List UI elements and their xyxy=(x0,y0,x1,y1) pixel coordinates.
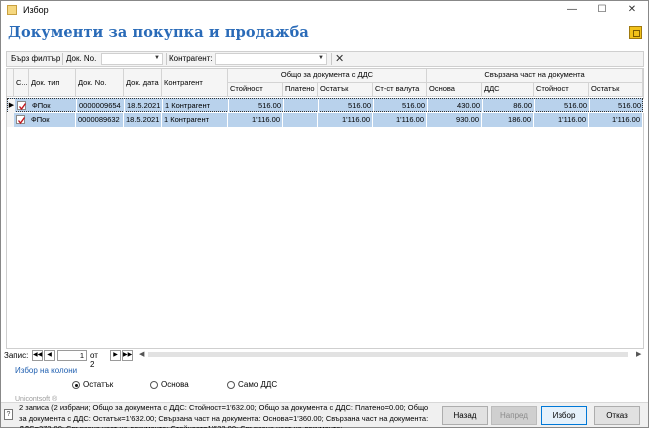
maximize-icon[interactable]: ☐ xyxy=(587,1,617,19)
chevron-down-icon: ▼ xyxy=(154,55,160,61)
layout-icon[interactable] xyxy=(629,26,642,39)
cell-linked-remainder: 1'116.00 xyxy=(589,113,643,127)
filter-separator xyxy=(62,53,63,65)
doc-no-label: Док. No. xyxy=(66,54,97,63)
col-header-c[interactable]: С... xyxy=(14,69,29,97)
navigator-label: Запис: xyxy=(4,351,29,360)
radio-label: Само ДДС xyxy=(238,380,278,389)
group-header-total: Общо за документа с ДДС xyxy=(228,69,427,83)
col-header-doc-no[interactable]: Док. No. xyxy=(76,69,124,97)
table-row[interactable]: ФПок 0000089632 18.5.2021 1 Контрагент 1… xyxy=(7,113,643,127)
main-content: Документи за покупка и продажба Бърз фил… xyxy=(1,19,648,428)
cell-base: 430.00 xyxy=(428,99,483,113)
window-title: Избор xyxy=(23,5,49,15)
filter-bar: Бърз филтър Док. No. ▼ Контрагент: ▼ ✕ xyxy=(6,51,644,67)
cell-value-currency: 516.00 xyxy=(374,99,428,113)
cell-value: 516.00 xyxy=(229,99,284,113)
col-header-value[interactable]: Стойност xyxy=(228,83,283,97)
cell-doc-date: 18.5.2021 xyxy=(124,113,162,127)
filter-separator xyxy=(166,53,167,65)
col-header-base[interactable]: Основа xyxy=(427,83,482,97)
cell-remainder: 516.00 xyxy=(319,99,374,113)
close-icon[interactable]: ✕ xyxy=(617,1,647,19)
filter-separator xyxy=(331,53,332,65)
cell-doc-type: ФПок xyxy=(29,113,76,127)
cell-contractor: 1 Контрагент xyxy=(163,99,229,113)
page-title: Документи за покупка и продажба xyxy=(8,24,309,41)
scroll-track[interactable] xyxy=(148,352,628,357)
clear-filter-icon[interactable]: ✕ xyxy=(335,52,344,65)
col-header-linked-remainder[interactable]: Остатък xyxy=(589,83,643,97)
next-record-icon[interactable]: ▶ xyxy=(110,350,121,361)
cell-contractor: 1 Контрагент xyxy=(162,113,228,127)
column-chooser-link[interactable]: Избор на колони xyxy=(15,366,77,375)
title-bar: Избор — ☐ ✕ xyxy=(1,1,648,19)
record-count: от 2 xyxy=(90,351,98,369)
col-header-contractor[interactable]: Контрагент xyxy=(162,69,228,97)
horizontal-scrollbar[interactable]: ◀ ▶ xyxy=(139,350,644,359)
doc-no-combo[interactable]: ▼ xyxy=(101,53,163,65)
scroll-right-icon[interactable]: ▶ xyxy=(636,350,641,358)
col-header-vat[interactable]: ДДС xyxy=(482,83,534,97)
col-header-remainder[interactable]: Остатък xyxy=(318,83,373,97)
select-button[interactable]: Избор xyxy=(541,406,587,425)
cell-linked-value: 1'116.00 xyxy=(534,113,589,127)
first-record-icon[interactable]: ◀◀ xyxy=(32,350,43,361)
row-checkbox[interactable] xyxy=(16,115,26,125)
cell-remainder: 1'116.00 xyxy=(318,113,373,127)
cancel-button[interactable]: Отказ xyxy=(594,406,640,425)
cell-base: 930.00 xyxy=(427,113,482,127)
col-header-value-currency[interactable]: Ст-ст валута xyxy=(373,83,427,97)
cell-doc-no: 0000009654 xyxy=(77,99,125,113)
radio-indicator xyxy=(150,381,158,389)
cell-vat: 186.00 xyxy=(482,113,534,127)
record-number-input[interactable]: 1 xyxy=(57,350,87,361)
selection-window: Избор — ☐ ✕ Документи за покупка и прода… xyxy=(0,0,649,428)
contractor-label: Контрагент: xyxy=(169,54,213,63)
status-bar: ? 2 записа (2 избрани; Общо за документа… xyxy=(1,402,648,428)
radio-indicator xyxy=(227,381,235,389)
help-icon[interactable]: ? xyxy=(4,409,13,420)
col-header-doc-type[interactable]: Док. тип xyxy=(29,69,76,97)
quick-filter-button[interactable]: Бърз филтър xyxy=(11,54,60,63)
cell-paid xyxy=(284,99,319,113)
cell-value-currency: 1'116.00 xyxy=(373,113,427,127)
last-record-icon[interactable]: ▶▶ xyxy=(122,350,133,361)
group-header-linked: Свързана част на документа xyxy=(427,69,643,83)
cell-paid xyxy=(283,113,318,127)
col-header-paid[interactable]: Платено xyxy=(283,83,318,97)
chevron-down-icon: ▼ xyxy=(318,55,324,61)
cell-linked-value: 516.00 xyxy=(535,99,590,113)
cell-linked-remainder: 516.00 xyxy=(590,99,644,113)
table-row[interactable]: ▶ ФПок 0000009654 18.5.2021 1 Контрагент… xyxy=(7,98,644,113)
cell-vat: 86.00 xyxy=(483,99,535,113)
current-row-arrow-icon: ▶ xyxy=(8,99,15,113)
row-indicator xyxy=(7,113,14,127)
col-header-doc-date[interactable]: Док. дата xyxy=(124,69,162,97)
back-button[interactable]: Назад xyxy=(442,406,488,425)
minimize-icon[interactable]: — xyxy=(557,1,587,19)
cell-doc-date: 18.5.2021 xyxy=(125,99,163,113)
radio-label: Основа xyxy=(161,380,189,389)
col-header-linked-value[interactable]: Стойност xyxy=(534,83,589,97)
selection-summary: 2 записа (2 избрани; Общо за документа с… xyxy=(19,403,429,428)
row-checkbox[interactable] xyxy=(17,101,27,111)
next-button[interactable]: Напред xyxy=(491,406,537,425)
row-indicator-header xyxy=(7,69,14,97)
app-icon xyxy=(7,5,17,15)
scroll-left-icon[interactable]: ◀ xyxy=(139,350,144,358)
cell-doc-no: 0000089632 xyxy=(76,113,124,127)
radio-label: Остатък xyxy=(83,380,114,389)
contractor-combo[interactable]: ▼ xyxy=(215,53,327,65)
documents-grid: С... Док. тип Док. No. Док. дата Контраг… xyxy=(6,68,644,349)
radio-indicator xyxy=(72,381,80,389)
cell-doc-type: ФПок xyxy=(30,99,77,113)
prev-record-icon[interactable]: ◀ xyxy=(44,350,55,361)
cell-value: 1'116.00 xyxy=(228,113,283,127)
